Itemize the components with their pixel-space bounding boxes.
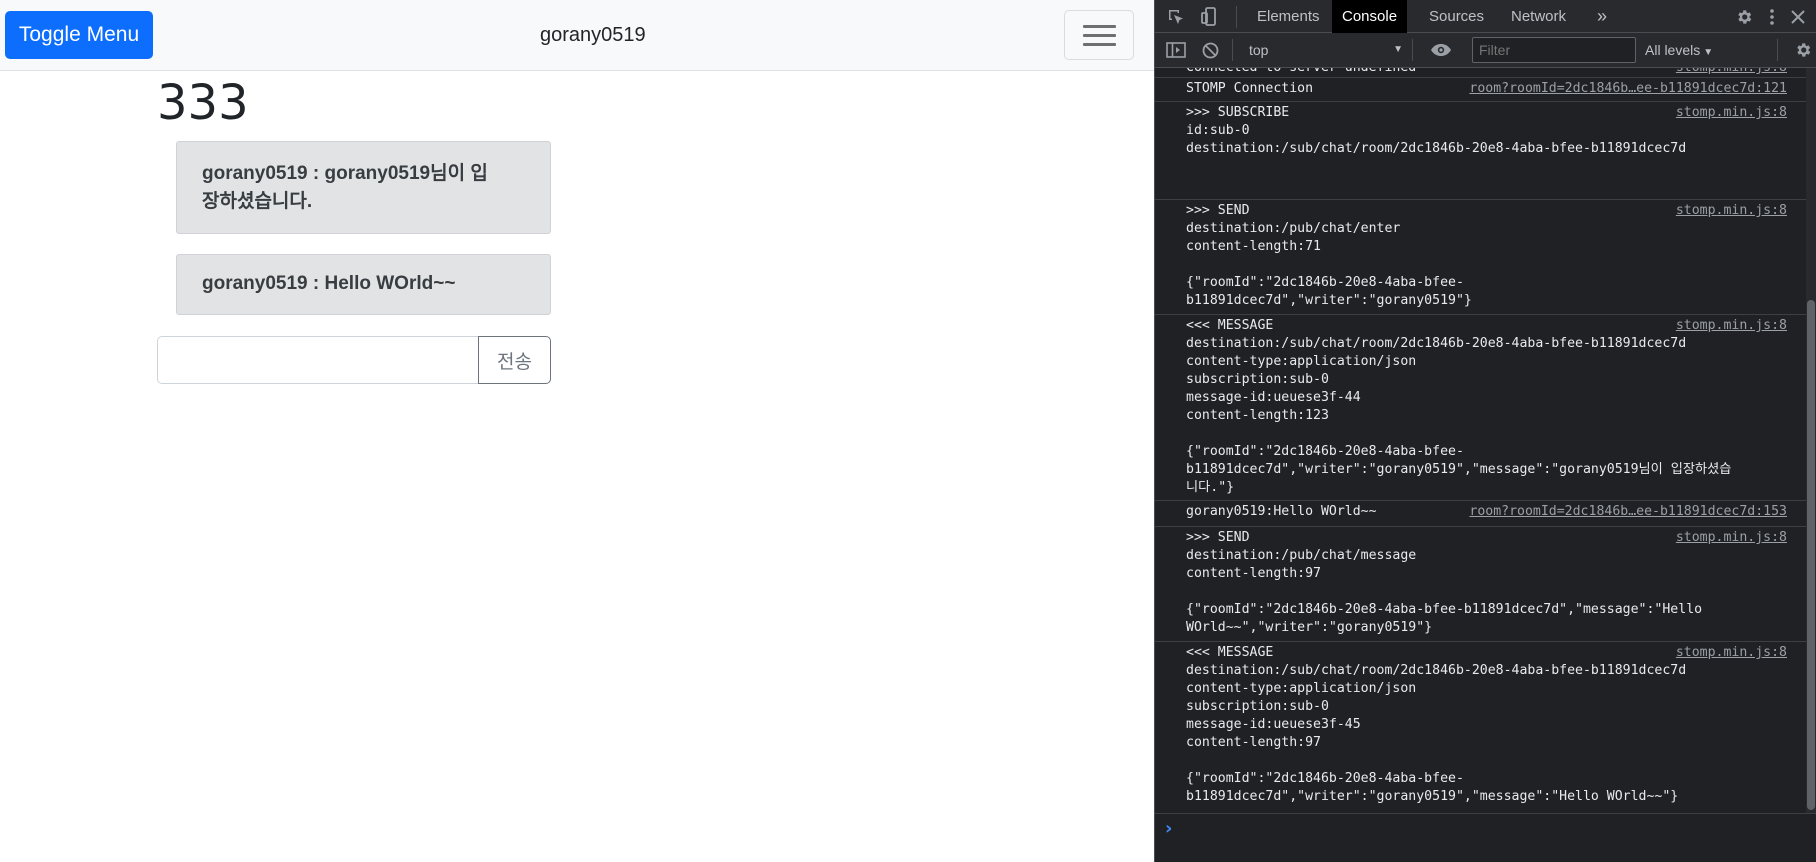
message-input-group: 전송 bbox=[157, 336, 551, 384]
message-input[interactable] bbox=[157, 336, 479, 384]
clear-console-icon[interactable] bbox=[1198, 38, 1222, 62]
chevron-down-icon: ▼ bbox=[1393, 44, 1403, 55]
chat-page: Toggle Menu gorany0519 333 gorany0519 : … bbox=[0, 0, 1154, 862]
log-levels-label: All levels bbox=[1645, 42, 1701, 58]
console-entry-text: Connected to server undefined bbox=[1186, 68, 1416, 77]
toggle-menu-button[interactable]: Toggle Menu bbox=[5, 11, 153, 59]
hamburger-menu-icon[interactable] bbox=[1064, 10, 1134, 60]
console-entry-text: gorany0519:Hello WOrld~~ bbox=[1186, 504, 1377, 519]
context-select[interactable]: top ▼ bbox=[1247, 38, 1407, 62]
kebab-menu-icon[interactable] bbox=[1760, 5, 1784, 29]
tab-elements[interactable]: Elements bbox=[1247, 0, 1330, 33]
device-toolbar-icon[interactable] bbox=[1198, 5, 1222, 29]
console-entry-text: >>> SEND destination:/pub/chat/message c… bbox=[1186, 530, 1703, 635]
console-entry: <<< MESSAGE destination:/sub/chat/room/2… bbox=[1155, 315, 1807, 501]
console-output: Connected to server undefined stomp.min.… bbox=[1155, 68, 1816, 813]
close-icon[interactable] bbox=[1786, 5, 1810, 29]
console-scrollbar[interactable] bbox=[1806, 68, 1816, 813]
context-value: top bbox=[1249, 42, 1269, 58]
sidebar-toggle-icon[interactable] bbox=[1164, 38, 1188, 62]
filter-input[interactable] bbox=[1472, 37, 1636, 63]
room-title: 333 bbox=[157, 75, 249, 131]
tab-sources[interactable]: Sources bbox=[1419, 0, 1494, 33]
scrollbar-thumb[interactable] bbox=[1807, 300, 1815, 810]
console-entry: >>> SEND destination:/pub/chat/enter con… bbox=[1155, 200, 1807, 315]
chat-message: gorany0519 : gorany0519님이 입 장하셨습니다. bbox=[176, 141, 551, 234]
chevron-down-icon: ▼ bbox=[1703, 47, 1714, 58]
chat-message: gorany0519 : Hello WOrld~~ bbox=[176, 254, 551, 315]
console-entry-source-link[interactable]: stomp.min.js:8 bbox=[1676, 202, 1787, 220]
console-entry: >>> SEND destination:/pub/chat/message c… bbox=[1155, 527, 1807, 642]
console-entry-source-link[interactable]: stomp.min.js:8 bbox=[1676, 68, 1787, 77]
console-entry-source-link[interactable]: stomp.min.js:8 bbox=[1676, 104, 1787, 122]
console-entry-text: <<< MESSAGE destination:/sub/chat/room/2… bbox=[1186, 645, 1687, 804]
log-levels-dropdown[interactable]: All levels ▼ bbox=[1645, 38, 1735, 62]
console-entry: STOMP Connection room?roomId=2dc1846b…ee… bbox=[1155, 78, 1807, 102]
prompt-chevron-icon: › bbox=[1165, 818, 1173, 839]
console-entry: Connected to server undefined stomp.min.… bbox=[1155, 68, 1807, 78]
console-entry-source-link[interactable]: room?roomId=2dc1846b…ee-b11891dcec7d:153 bbox=[1469, 503, 1787, 521]
console-entry-text: <<< MESSAGE destination:/sub/chat/room/2… bbox=[1186, 318, 1732, 495]
console-entry: gorany0519:Hello WOrld~~ room?roomId=2dc… bbox=[1155, 501, 1807, 527]
navbar-username: gorany0519 bbox=[540, 24, 646, 46]
console-entry-text: >>> SUBSCRIBE id:sub-0 destination:/sub/… bbox=[1186, 105, 1687, 156]
toolbar-divider bbox=[1412, 39, 1413, 61]
console-prompt[interactable]: › bbox=[1155, 813, 1816, 843]
tab-console[interactable]: Console bbox=[1332, 0, 1408, 33]
live-expression-icon[interactable] bbox=[1429, 38, 1453, 62]
console-settings-gear-icon[interactable] bbox=[1791, 38, 1815, 62]
toolbar-divider bbox=[1232, 39, 1233, 61]
inspect-element-icon[interactable] bbox=[1164, 5, 1188, 29]
send-button[interactable]: 전송 bbox=[478, 336, 551, 384]
console-toolbar: top ▼ All levels▼ bbox=[1155, 33, 1816, 68]
more-tabs-icon[interactable]: » bbox=[1587, 0, 1617, 33]
toolbar-divider bbox=[1777, 39, 1778, 61]
console-entry-text: >>> SEND destination:/pub/chat/enter con… bbox=[1186, 203, 1472, 308]
console-entry-source-link[interactable]: stomp.min.js:8 bbox=[1676, 644, 1787, 662]
gear-icon[interactable] bbox=[1732, 5, 1756, 29]
console-entry: <<< MESSAGE destination:/sub/chat/room/2… bbox=[1155, 642, 1807, 812]
navbar: Toggle Menu gorany0519 bbox=[0, 0, 1154, 71]
devtools-panel: Elements Console Sources Network » top ▼ bbox=[1154, 0, 1816, 862]
toolbar-divider bbox=[1236, 6, 1237, 28]
console-entry-source-link[interactable]: stomp.min.js:8 bbox=[1676, 317, 1787, 335]
devtools-bottom-area bbox=[1155, 843, 1816, 862]
console-entry: >>> SUBSCRIBE id:sub-0 destination:/sub/… bbox=[1155, 102, 1807, 200]
console-entry-source-link[interactable]: stomp.min.js:8 bbox=[1676, 529, 1787, 547]
devtools-tab-bar: Elements Console Sources Network » bbox=[1155, 0, 1816, 33]
console-entry-source-link[interactable]: room?roomId=2dc1846b…ee-b11891dcec7d:121 bbox=[1469, 80, 1787, 98]
console-entry-text: STOMP Connection bbox=[1186, 81, 1314, 96]
tab-network[interactable]: Network bbox=[1501, 0, 1576, 33]
